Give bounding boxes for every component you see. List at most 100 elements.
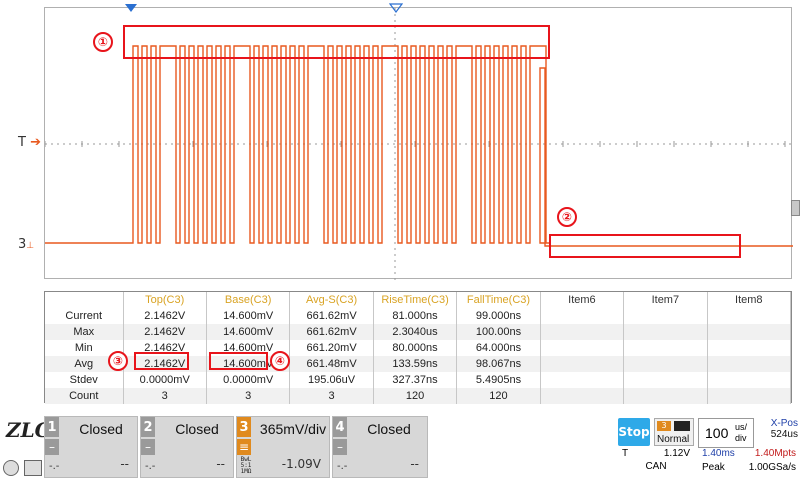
channel-offset-left: -.- [145, 461, 156, 472]
table-row: Count 3 3 3 120 120 [45, 388, 792, 404]
channel-number[interactable]: 4 [333, 417, 347, 437]
table-cell [623, 372, 708, 388]
stop-button[interactable]: Stop [618, 418, 650, 446]
annotation-box-3 [134, 352, 189, 370]
table-cell: 98.067ns [456, 356, 541, 372]
bottom-bar: ZLG 1– Closed -.- -- 2– Closed -.- -- 3 365mV/div… [0, 414, 800, 480]
table-cell: 14.600mV [206, 324, 291, 340]
table-cell: 81.000ns [373, 308, 458, 324]
channel-number[interactable]: 2 [141, 417, 155, 437]
table-cell: 2.3040us [373, 324, 458, 340]
table-cell: 661.62mV [289, 324, 374, 340]
trigger-level-row: T 1.12V [622, 448, 690, 459]
table-cell: 99.000ns [456, 308, 541, 324]
table-cell: 120 [373, 388, 458, 404]
measurement-header-6[interactable]: Item6 [540, 292, 625, 308]
table-row: Max 2.1462V 14.600mV 661.62mV 2.3040us 100.00… [45, 324, 792, 340]
table-cell [623, 388, 708, 404]
table-cell: 100.00ns [456, 324, 541, 340]
table-cell: 327.37ns [373, 372, 458, 388]
channel3-waveform-trace [45, 45, 793, 247]
channel3-ground-label[interactable]: 3⊥ [18, 237, 34, 252]
channel-3-panel[interactable]: 3 365mV/div ≡ BwL 5:1 1MΩ -1.09V [236, 416, 330, 478]
measurement-header-7[interactable]: Item7 [623, 292, 708, 308]
measurement-header-2[interactable]: Base(C3) [206, 292, 291, 308]
table-cell [540, 324, 625, 340]
side-panel-handle[interactable] [791, 200, 800, 216]
table-cell [623, 324, 708, 340]
measurement-header-row: Top(C3) Base(C3) Avg-S(C3) RiseTime(C3) Fall… [45, 292, 792, 308]
coupling-label: BwL 5:1 1MΩ [240, 456, 252, 475]
table-cell: 3 [206, 388, 291, 404]
trigger-channel-badge: 3 [657, 421, 671, 431]
measurement-header-3[interactable]: Avg-S(C3) [289, 292, 374, 308]
screenshot-icon[interactable] [24, 460, 42, 476]
measurement-header-1[interactable]: Top(C3) [123, 292, 207, 308]
annotation-number-4: ④ [270, 351, 290, 371]
zoom-icon[interactable] [3, 460, 19, 476]
row-label: Max [45, 324, 124, 340]
table-cell: 120 [456, 388, 541, 404]
measurement-table[interactable]: Top(C3) Base(C3) Avg-S(C3) RiseTime(C3) Fall… [44, 291, 792, 404]
channel-minus-icon[interactable]: – [333, 439, 347, 455]
table-cell: 2.1462V [123, 308, 207, 324]
table-row: Stdev 0.0000mV 0.0000mV 195.06uV 327.37ns 5.4… [45, 372, 792, 388]
channel-minus-icon[interactable]: – [141, 439, 155, 455]
channel-offset: -- [410, 457, 419, 471]
table-cell: 195.06uV [289, 372, 374, 388]
protocol-label: CAN [645, 461, 667, 472]
table-cell [540, 372, 625, 388]
table-cell: 661.20mV [289, 340, 374, 356]
channel-2-panel[interactable]: 2 – Closed -.- -- [140, 416, 234, 478]
table-cell: 661.62mV [289, 308, 374, 324]
table-cell [707, 388, 792, 404]
table-cell: 5.4905ns [456, 372, 541, 388]
table-cell [540, 308, 625, 324]
annotation-box-2 [549, 234, 741, 258]
oscilloscope-screen: T ➔ 3⊥ ① ② Top(C3) Base(C3) Avg-S(C3) RiseT… [0, 0, 800, 480]
channel-scale[interactable]: Closed [157, 421, 237, 437]
table-cell [540, 388, 625, 404]
table-cell: 0.0000mV [206, 372, 291, 388]
table-cell [623, 308, 708, 324]
annotation-number-3: ③ [108, 351, 128, 371]
trigger-position-marker-icon[interactable] [124, 3, 138, 13]
trigger-mode-label: Normal [657, 434, 690, 445]
channel-offset-left: -.- [337, 461, 348, 472]
table-cell [623, 356, 708, 372]
row-label: Count [45, 388, 124, 404]
table-cell [707, 324, 792, 340]
channel-1-panel[interactable]: 1 – Closed -.- -- [44, 416, 138, 478]
trigger-level-label[interactable]: T ➔ [18, 135, 41, 150]
table-cell: 2.1462V [123, 324, 207, 340]
trigger-mode-box[interactable]: 3 Normal [654, 418, 694, 446]
channel-number[interactable]: 1 [45, 417, 59, 437]
timebase-box[interactable]: 100 us/ div [698, 418, 754, 448]
channel-number[interactable]: 3 [237, 417, 251, 437]
x-position-box[interactable]: X-Pos 524us [756, 418, 798, 448]
channel-scale[interactable]: Closed [349, 421, 429, 437]
trigger-edge-icon [674, 421, 690, 431]
row-label: Stdev [45, 372, 124, 388]
channel-offset: -- [120, 457, 129, 471]
annotation-number-1: ① [93, 32, 113, 52]
measurement-header-8[interactable]: Item8 [707, 292, 792, 308]
table-cell: 64.000ns [456, 340, 541, 356]
measurement-header-0[interactable] [45, 292, 124, 308]
channel-scale[interactable]: 365mV/div [253, 421, 333, 437]
memory-row: 1.40ms 1.40Mpts [702, 448, 796, 459]
channel-scale[interactable]: Closed [61, 421, 141, 437]
channel-minus-icon[interactable]: – [45, 439, 59, 455]
measurement-header-4[interactable]: RiseTime(C3) [373, 292, 458, 308]
table-cell: 14.600mV [206, 308, 291, 324]
measurement-header-5[interactable]: FallTime(C3) [456, 292, 541, 308]
table-cell [707, 372, 792, 388]
sample-rate-row: Peak 1.00GSa/s [702, 462, 796, 473]
table-cell: 3 [289, 388, 374, 404]
channel-4-panel[interactable]: 4 – Closed -.- -- [332, 416, 428, 478]
table-cell: 80.000ns [373, 340, 458, 356]
center-marker-icon[interactable] [389, 3, 403, 13]
annotation-box-4 [209, 352, 268, 370]
channel-offset: -1.09V [281, 457, 321, 471]
channel-coupling-icon[interactable]: ≡ [237, 439, 251, 455]
